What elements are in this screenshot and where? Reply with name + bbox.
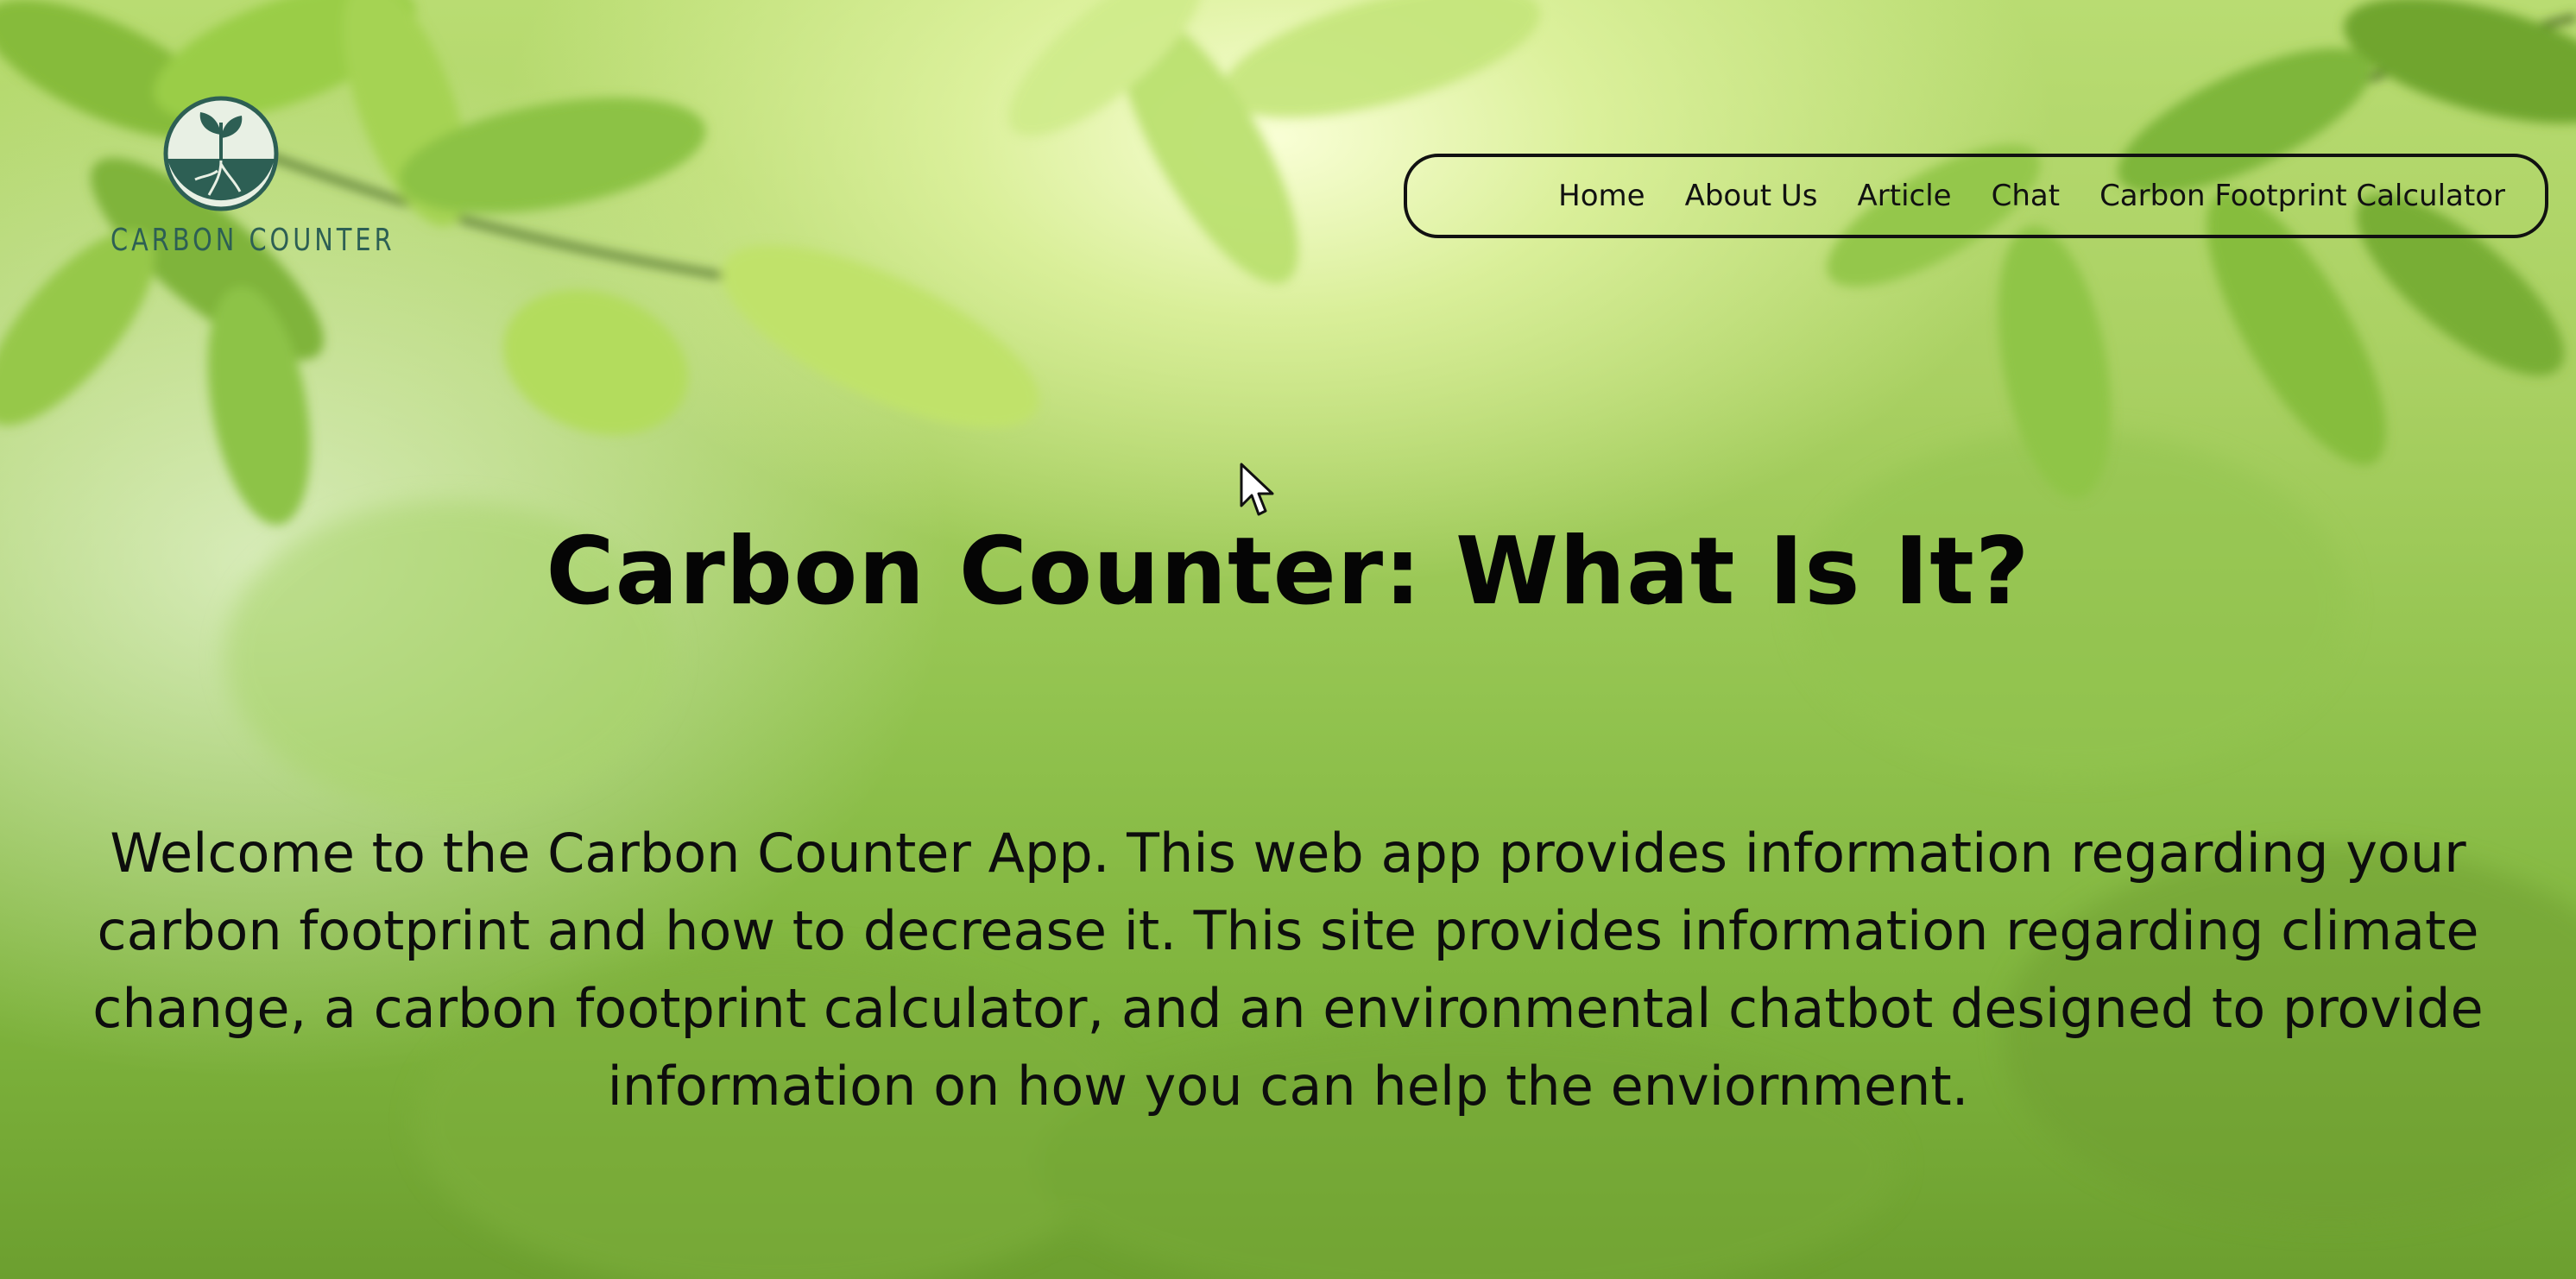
- nav-link-about-us[interactable]: About Us: [1685, 179, 1818, 213]
- brand-name: CARBON COUNTER: [110, 223, 395, 258]
- intro-paragraph: Welcome to the Carbon Counter App. This …: [92, 822, 2484, 1118]
- sprout-roots-icon: [163, 96, 279, 211]
- nav-link-chat[interactable]: Chat: [1992, 179, 2060, 213]
- mouse-cursor-icon: [1240, 463, 1274, 516]
- brand-logo[interactable]: CARBON COUNTER: [83, 93, 395, 258]
- main-nav: Home About Us Article Chat Carbon Footpr…: [1404, 154, 2548, 238]
- nav-link-home[interactable]: Home: [1558, 179, 1645, 213]
- page-title: Carbon Counter: What Is It?: [546, 518, 2030, 626]
- nav-link-carbon-footprint-calculator[interactable]: Carbon Footprint Calculator: [2099, 179, 2505, 213]
- nav-link-article[interactable]: Article: [1858, 179, 1952, 213]
